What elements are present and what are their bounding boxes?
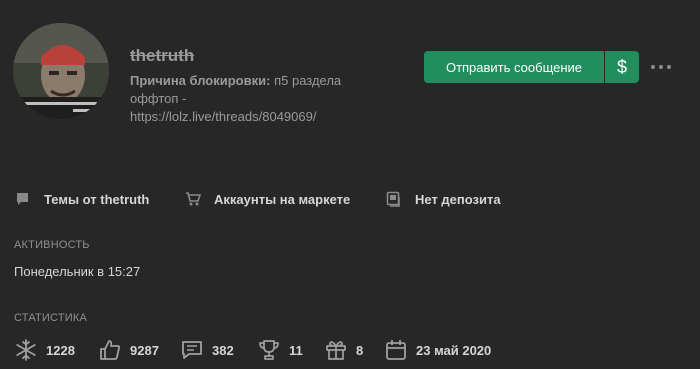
send-message-button[interactable]: Отправить сообщение xyxy=(424,51,604,83)
ellipsis-icon xyxy=(651,65,655,69)
stat-messages-value: 382 xyxy=(212,342,234,358)
messages-icon xyxy=(182,341,202,359)
calendar-icon xyxy=(386,340,406,360)
deposit-icon xyxy=(386,191,400,207)
deposit-link[interactable]: Нет депозита xyxy=(386,191,501,207)
stat-trophies-value: 11 xyxy=(289,342,303,358)
cart-icon xyxy=(186,192,201,206)
last-seen: Понедельник в 15:27 xyxy=(14,264,141,279)
activity-title: Активность xyxy=(14,239,90,251)
username: thetruth xyxy=(130,46,195,65)
stat-trophies[interactable]: 11 xyxy=(257,337,303,363)
stat-sympathy-value: 1228 xyxy=(46,342,75,358)
like-icon xyxy=(100,340,121,360)
more-options-button[interactable] xyxy=(648,54,674,78)
ban-reason-label: Причина блокировки: xyxy=(130,73,271,88)
ellipsis-dot xyxy=(667,65,671,69)
statistics-row: 1228 9287 382 11 8 23 май 2020 xyxy=(14,337,694,363)
stat-gifts[interactable]: 8 xyxy=(324,337,363,363)
trophy-icon xyxy=(259,340,279,360)
stat-registered-value: 23 май 2020 xyxy=(416,342,492,358)
stat-likes[interactable]: 9287 xyxy=(98,337,159,363)
avatar-image xyxy=(13,23,109,119)
ban-info: Причина блокировки: п5 раздела оффтоп - … xyxy=(130,72,375,126)
avatar[interactable] xyxy=(13,23,109,119)
profile-links: Темы от thetruth Аккаунты на маркете Нет… xyxy=(0,191,700,211)
stat-gifts-value: 8 xyxy=(356,342,364,358)
deposit-label: Нет депозита xyxy=(415,191,501,207)
gift-icon xyxy=(326,341,346,360)
comment-icon xyxy=(17,193,28,205)
statistics-title: Статистика xyxy=(14,312,87,324)
stat-likes-value: 9287 xyxy=(130,342,159,358)
stat-sympathy[interactable]: 1228 xyxy=(14,337,75,363)
stat-registered: 23 май 2020 xyxy=(384,337,491,363)
pay-button[interactable]: $ xyxy=(605,51,639,83)
market-accounts-label: Аккаунты на маркете xyxy=(214,191,351,207)
snowflake-icon xyxy=(16,339,36,361)
user-threads-label: Темы от thetruth xyxy=(44,191,150,207)
user-threads-link[interactable]: Темы от thetruth xyxy=(15,191,149,207)
stat-messages[interactable]: 382 xyxy=(180,337,234,363)
ellipsis-dot xyxy=(659,65,663,69)
market-accounts-link[interactable]: Аккаунты на маркете xyxy=(185,191,350,207)
